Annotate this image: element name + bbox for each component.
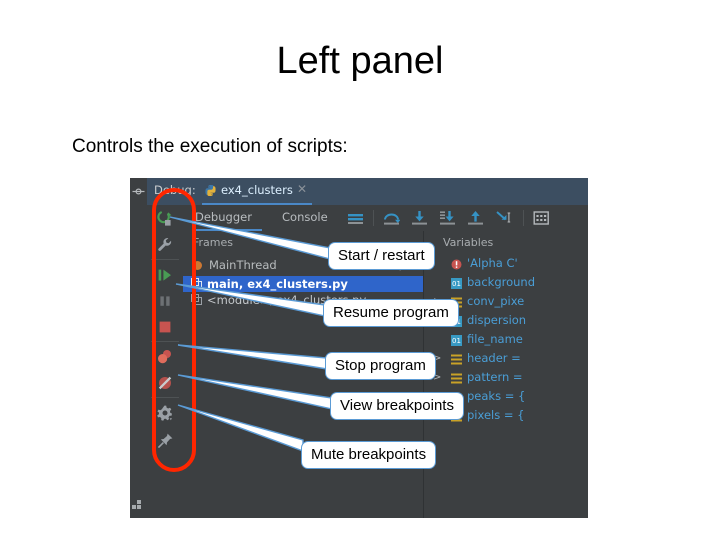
edit-configurations-button[interactable] xyxy=(155,235,175,255)
python-file-icon xyxy=(205,184,216,197)
svg-text:01: 01 xyxy=(452,337,461,345)
callout-mute-breakpoints: Mute breakpoints xyxy=(301,441,437,469)
variables-pane: Variables 'Alpha C' 01 background > xyxy=(429,231,588,518)
rerun-button[interactable] xyxy=(155,209,175,229)
view-breakpoints-button[interactable] xyxy=(155,347,175,367)
variable-row[interactable]: > header = xyxy=(429,350,588,369)
structure-icon xyxy=(132,500,141,509)
page-title: Left panel xyxy=(276,40,444,82)
variable-row[interactable]: > pattern = xyxy=(429,369,588,388)
evaluate-expression-icon[interactable] xyxy=(533,210,550,226)
variable-label: header = xyxy=(467,351,521,365)
toolbar-separator xyxy=(373,210,374,226)
debugger-tab-bar: Debugger Console xyxy=(183,205,588,231)
variable-label: file_name xyxy=(467,332,523,346)
callout-stop-program: Stop program xyxy=(325,352,436,380)
frame-label: main, ex4_clusters.py xyxy=(207,277,348,291)
slide-subtitle: Controls the execution of scripts: xyxy=(72,136,348,157)
toolbar-separator xyxy=(523,210,524,226)
hide-window-icon[interactable] xyxy=(132,186,145,197)
variable-label: background xyxy=(467,275,536,289)
callout-start-restart: Start / restart xyxy=(328,242,435,270)
number-badge-icon: 01 xyxy=(451,335,462,346)
warning-badge-icon xyxy=(451,259,462,270)
debug-session-tab[interactable]: ex4_clusters xyxy=(221,183,293,197)
force-step-into-icon[interactable] xyxy=(439,210,456,226)
variables-title: Variables xyxy=(443,236,494,249)
show-execution-point-icon[interactable] xyxy=(347,210,364,226)
thread-indicator-icon xyxy=(193,261,202,270)
pin-button[interactable] xyxy=(155,431,175,451)
tab-debugger[interactable]: Debugger xyxy=(195,210,252,224)
svg-text:01: 01 xyxy=(452,280,461,288)
resume-program-button[interactable] xyxy=(155,265,175,285)
variable-label: dispersion xyxy=(467,313,527,327)
settings-button[interactable] xyxy=(155,403,175,423)
object-badge-icon xyxy=(451,354,462,365)
tab-console[interactable]: Console xyxy=(282,210,328,224)
stop-program-button[interactable] xyxy=(155,317,175,337)
pause-program-button xyxy=(160,296,170,306)
toolbar-separator xyxy=(151,397,179,398)
frames-title: Frames xyxy=(193,236,234,249)
debug-label: Debug: xyxy=(154,183,196,197)
number-badge-icon: 01 xyxy=(451,278,462,289)
run-to-cursor-icon[interactable] xyxy=(495,210,512,226)
variable-label: pattern = xyxy=(467,370,523,384)
frame-icon xyxy=(191,278,202,289)
frame-row[interactable]: main, ex4_clusters.py xyxy=(183,276,423,292)
variable-label: pixels = { xyxy=(467,408,525,422)
object-badge-icon xyxy=(451,373,462,384)
step-into-icon[interactable] xyxy=(411,210,428,226)
tool-window-gutter xyxy=(130,178,147,518)
frame-icon xyxy=(191,294,202,305)
variable-row[interactable]: 01 file_name xyxy=(429,331,588,350)
variable-row[interactable]: 01 background xyxy=(429,274,588,293)
toolbar-separator xyxy=(151,341,179,342)
frames-thread-selector[interactable]: MainThread xyxy=(209,258,277,272)
debug-left-toolbar xyxy=(147,205,183,518)
variable-row[interactable]: 'Alpha C' xyxy=(429,255,588,274)
variable-label: peaks = { xyxy=(467,389,526,403)
debug-tool-window-header xyxy=(130,178,588,205)
variable-label: 'Alpha C' xyxy=(467,256,518,270)
variable-label: conv_pixe xyxy=(467,294,525,308)
toolbar-separator xyxy=(151,259,179,260)
callout-resume-program: Resume program xyxy=(323,299,459,327)
step-over-icon[interactable] xyxy=(383,210,400,226)
step-out-icon[interactable] xyxy=(467,210,484,226)
mute-breakpoints-button[interactable] xyxy=(155,373,175,393)
callout-view-breakpoints: View breakpoints xyxy=(330,392,464,420)
close-tab-icon[interactable]: ✕ xyxy=(297,182,307,196)
